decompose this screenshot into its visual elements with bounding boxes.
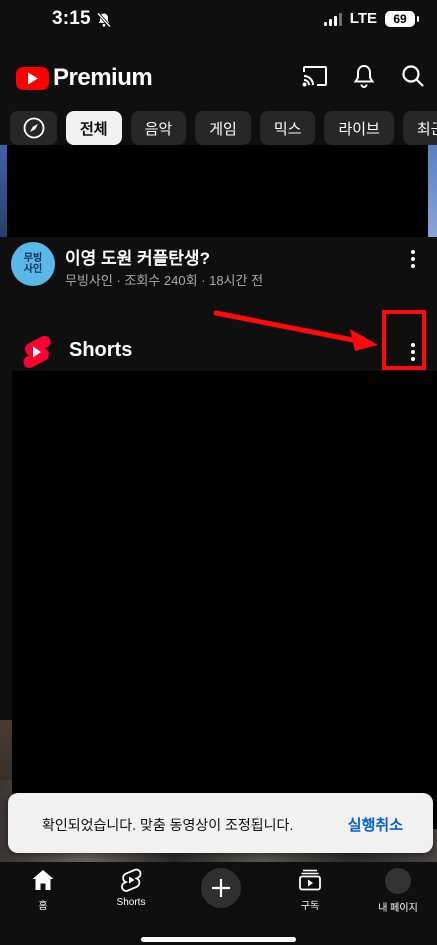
search-icon[interactable] [399,62,427,90]
avatar-icon [385,868,411,894]
battery-level: 69 [393,11,407,26]
shorts-logo-icon [20,334,52,375]
chip-live[interactable]: 라이브 [324,111,394,145]
annotation-arrow [210,305,380,360]
video-title[interactable]: 이영 도원 커플탄생? [65,244,210,269]
nav-home-label: 홈 [38,901,48,912]
nav-my-page-label: 내 페이지 [378,903,418,914]
battery-icon: 69 [385,10,419,27]
avatar-text-line-2: 사인 [23,264,43,275]
youtube-premium-logo[interactable]: Premium [16,64,153,92]
compass-icon [23,117,44,139]
nav-subscriptions[interactable]: 구독 [270,868,350,912]
channel-avatar[interactable]: 무빙 사인 [11,242,55,286]
home-indicator [141,937,296,942]
undo-button[interactable]: 실행취소 [348,814,403,835]
status-time: 3:15 [52,8,91,29]
network-type: LTE [349,10,377,27]
status-indicators: LTE 69 [323,10,419,27]
youtube-logo-icon [16,66,49,90]
nav-home[interactable]: 홈 [3,868,83,912]
signal-icon [323,12,342,26]
create-button[interactable] [201,868,241,908]
chip-recent[interactable]: 최근 [402,111,437,145]
subscriptions-icon [299,869,321,891]
chip-music[interactable]: 음악 [130,111,187,145]
nav-subscriptions-label: 구독 [300,901,320,912]
shorts-more-icon[interactable] [403,342,423,362]
shorts-shelf[interactable] [12,371,437,829]
nav-shorts[interactable]: Shorts [91,868,171,908]
nav-shorts-label: Shorts [116,897,146,908]
bell-icon[interactable] [350,62,378,90]
shorts-section-title: Shorts [69,339,133,361]
category-chips: 전체 음악 게임 믹스 라이브 최근 [10,111,437,145]
video-more-icon[interactable] [403,249,423,269]
home-icon [32,870,54,890]
video-thumbnail[interactable] [0,145,437,237]
snackbar: 확인되었습니다. 맞춤 동영상이 조정됩니다. 실행취소 [8,793,433,853]
plus-icon [212,879,230,897]
explore-chip[interactable] [10,111,57,145]
video-meta: 무빙사인 · 조회수 240회 · 18시간 전 [65,273,264,288]
avatar-text-line-1: 무빙 [23,253,43,264]
brand-text: Premium [53,64,153,91]
chip-gaming[interactable]: 게임 [195,111,251,145]
bell-slash-icon [96,12,112,33]
shorts-icon [121,868,142,892]
nav-my-page[interactable]: 내 페이지 [358,868,437,914]
chip-all[interactable]: 전체 [66,111,122,145]
cast-icon[interactable] [301,62,329,90]
chip-mix[interactable]: 믹스 [259,111,316,145]
bottom-navigation: 홈 Shorts 구독 내 페이지 [0,862,437,945]
snackbar-message: 확인되었습니다. 맞춤 동영상이 조정됩니다. [42,817,294,833]
